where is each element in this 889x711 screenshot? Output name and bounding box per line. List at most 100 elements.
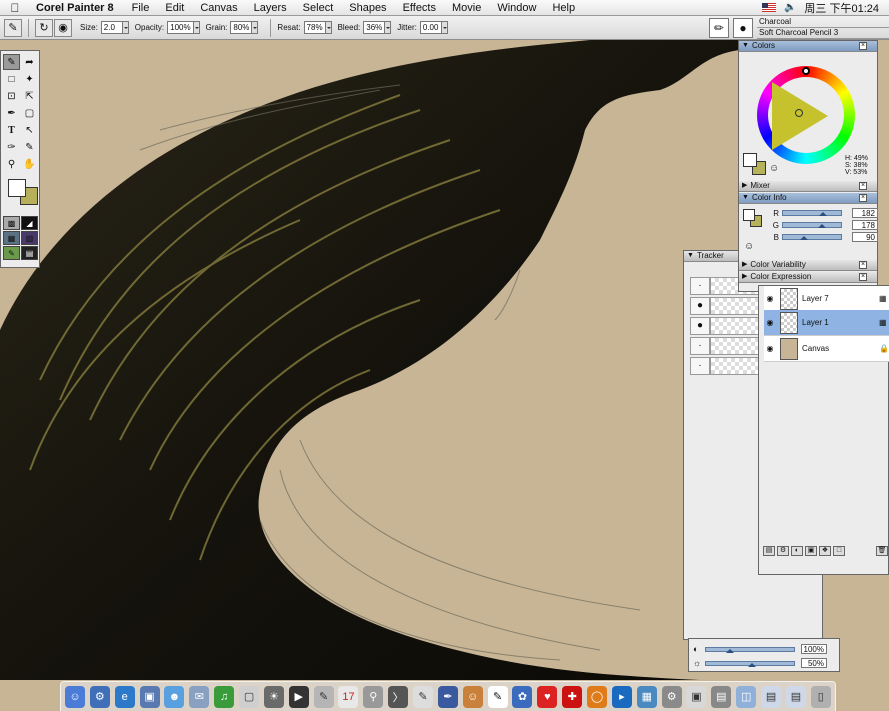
blue-value[interactable]: 90	[852, 232, 878, 242]
magic-wand-icon[interactable]: ✦	[21, 71, 38, 87]
menubar-clock[interactable]: 周三 下午01:24	[804, 0, 879, 16]
network-icon[interactable]: ▦	[636, 685, 657, 708]
grain-input[interactable]: 80%	[230, 21, 253, 34]
resat-slider-arrow[interactable]	[325, 21, 332, 34]
brush-shape-icon[interactable]: ◉	[54, 18, 72, 37]
collapse-triangle-icon[interactable]: ▼	[687, 251, 694, 261]
menu-file[interactable]: File	[132, 2, 150, 14]
blue-slider-knob[interactable]	[800, 232, 808, 240]
apple-menu-icon[interactable]: 	[4, 1, 26, 15]
imovie-icon[interactable]: ▶	[288, 685, 309, 708]
opacity-slider-arrow[interactable]	[193, 21, 200, 34]
bleed-slider-arrow[interactable]	[385, 21, 392, 34]
mask-icon[interactable]: ◐	[791, 546, 803, 556]
jitter-slider-arrow[interactable]	[441, 21, 448, 34]
preview-icon[interactable]: ▣	[139, 685, 160, 708]
paper-selector-icon[interactable]: ▩	[3, 216, 20, 230]
painter-document-icon[interactable]: ▣	[686, 685, 707, 708]
close-icon[interactable]: ×	[859, 182, 867, 190]
safari-icon[interactable]: ✿	[512, 685, 533, 708]
rect-selection-icon[interactable]: □	[3, 71, 20, 87]
green-value[interactable]: 178	[852, 220, 878, 230]
grain-slider-arrow[interactable]	[252, 21, 259, 34]
internet-explorer-icon[interactable]: e	[114, 685, 135, 708]
acrobat-icon[interactable]: ✚	[562, 685, 583, 708]
layer-row[interactable]: ◉ Layer 7 ▦	[764, 286, 889, 312]
calculator-icon[interactable]: ▤	[711, 685, 732, 708]
red-slider-knob[interactable]	[819, 208, 827, 216]
ical-icon[interactable]: 17	[338, 685, 359, 708]
opacity-slider[interactable]	[705, 645, 795, 653]
main-color-swatch[interactable]	[743, 153, 757, 167]
look-selector-icon[interactable]: ✎	[3, 246, 20, 260]
mail-icon[interactable]: ✉	[189, 685, 210, 708]
menu-edit[interactable]: Edit	[165, 2, 184, 14]
layer-row[interactable]: ◉ Canvas 🔒	[764, 336, 889, 362]
brush-category-name[interactable]: Charcoal	[757, 17, 889, 28]
hue-knob[interactable]	[802, 67, 810, 75]
textedit-icon[interactable]: ✎	[413, 685, 434, 708]
expand-triangle-icon[interactable]: ▶	[742, 181, 747, 191]
pattern-selector-icon[interactable]: ▦	[3, 231, 20, 245]
shape-selection-icon[interactable]: ↖	[21, 122, 38, 138]
gradient-selector-icon[interactable]: ◢	[21, 216, 38, 230]
weaving-selector-icon[interactable]: ▧	[21, 231, 38, 245]
menu-help[interactable]: Help	[552, 2, 575, 14]
dropper-icon[interactable]: ✑	[3, 139, 20, 155]
expand-triangle-icon[interactable]: ▶	[742, 260, 747, 270]
resat-input[interactable]: 78%	[303, 21, 326, 34]
crop-icon[interactable]: ⊡	[3, 88, 20, 104]
layer-options-icon[interactable]: ▦	[879, 318, 889, 327]
main-color-swatch[interactable]	[8, 179, 26, 197]
downloads-folder-icon[interactable]: ▤	[785, 685, 806, 708]
magnifier-icon[interactable]: ⚲	[3, 156, 20, 172]
painter-icon[interactable]: ✎	[487, 685, 508, 708]
menu-window[interactable]: Window	[497, 2, 536, 14]
terminal-icon[interactable]: 〉	[388, 685, 409, 708]
menu-movie[interactable]: Movie	[452, 2, 481, 14]
menu-select[interactable]: Select	[303, 2, 334, 14]
layer-row-selected[interactable]: ◉ Layer 1 ▦	[764, 310, 889, 336]
brush-variant-name[interactable]: Soft Charcoal Pencil 3	[757, 28, 889, 39]
clone-color-icon[interactable]: ☺	[744, 241, 754, 252]
stickies-icon[interactable]: ▸	[611, 685, 632, 708]
mixer-title-bar[interactable]: ▶ Mixer ×	[739, 181, 877, 192]
menu-shapes[interactable]: Shapes	[349, 2, 386, 14]
iphoto-icon[interactable]: ☀	[263, 685, 284, 708]
sherlock-icon[interactable]: ⚲	[363, 685, 384, 708]
dynamic-plugins-icon[interactable]: ⚙	[777, 546, 789, 556]
color-variability-title-bar[interactable]: ▶ Color Variability ×	[739, 260, 877, 271]
volume-icon[interactable]: 🔈	[784, 2, 796, 13]
input-language-flag-icon[interactable]	[761, 3, 776, 12]
menu-layers[interactable]: Layers	[254, 2, 287, 14]
text-tool-icon[interactable]: T	[3, 122, 20, 138]
applications-folder-icon[interactable]: ◫	[736, 685, 757, 708]
opacity-strip-value[interactable]: 100%	[801, 644, 827, 654]
eye-icon[interactable]: ◉	[764, 318, 776, 327]
firefox-icon[interactable]: ◯	[587, 685, 608, 708]
app-menu[interactable]: Corel Painter 8	[36, 2, 114, 14]
selection-adjuster-icon[interactable]: ⇱	[21, 88, 38, 104]
layer-commands-icon[interactable]: ▤	[763, 546, 775, 556]
grain-slider-knob[interactable]	[748, 659, 756, 667]
ichat-icon[interactable]: ☻	[164, 685, 185, 708]
color-expression-title-bar[interactable]: ▶ Color Expression ×	[739, 272, 877, 283]
red-slider[interactable]	[782, 210, 842, 216]
expand-triangle-icon[interactable]: ▶	[742, 272, 747, 282]
colors-title-bar[interactable]: ▼ Colors ×	[739, 41, 877, 52]
red-value[interactable]: 182	[852, 208, 878, 218]
rectangle-shape-icon[interactable]: ▢	[21, 105, 38, 121]
close-icon[interactable]: ×	[859, 273, 867, 281]
paint-bucket-icon[interactable]: ✎	[21, 139, 38, 155]
green-slider[interactable]	[782, 222, 842, 228]
opacity-slider-knob[interactable]	[726, 645, 734, 653]
documents-folder-icon[interactable]: ▤	[761, 685, 782, 708]
reset-tool-icon[interactable]: ↻	[35, 18, 53, 37]
brush-selector[interactable]: ✏ ● Charcoal Soft Charcoal Pencil 3	[709, 16, 889, 40]
finder-icon[interactable]: ☺	[65, 685, 85, 708]
trash-icon[interactable]: 🗑	[876, 546, 888, 556]
green-slider-knob[interactable]	[818, 220, 826, 228]
brush-tool-icon[interactable]: ✎	[3, 54, 20, 70]
opacity-input[interactable]: 100%	[167, 21, 194, 34]
eye-icon[interactable]: ◉	[764, 294, 776, 303]
